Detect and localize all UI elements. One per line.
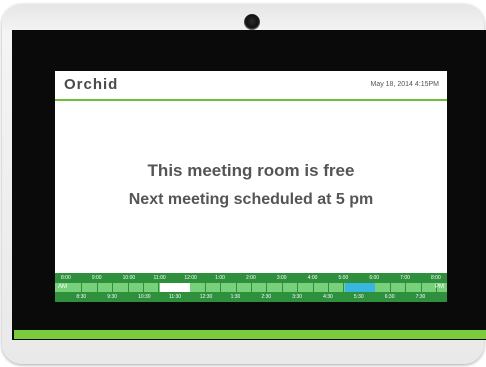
day-timeline[interactable]: AM PM 8:00 9:00 10:00 11:00 12:00 1:00 2:00 3:0… — [55, 273, 447, 302]
timeline-hour-label: 2:00 — [246, 275, 256, 281]
timeline-slot[interactable] — [406, 283, 422, 292]
pm-label: PM — [435, 284, 444, 290]
timeline-hour-label: 10:00 — [122, 275, 136, 281]
timeline-hour-label: 4:00 — [307, 275, 318, 281]
timeline-slot[interactable] — [391, 283, 407, 292]
room-status-message: This meeting room is free — [147, 161, 355, 180]
timeline-slot[interactable] — [190, 283, 206, 292]
timeline-hour-label: 9:00 — [91, 275, 102, 281]
timeline-hour-label: 7:00 — [400, 275, 410, 281]
timeline-slot[interactable] — [314, 283, 330, 292]
timeline-slot[interactable] — [283, 283, 299, 292]
timeline-halfhour-label: 11:30 — [168, 294, 182, 300]
timeline-halfhour-label: 2:30 — [261, 294, 272, 300]
timeline-halfhour-label: 12:30 — [199, 294, 213, 300]
timeline-halfhour-label: 1:30 — [230, 294, 241, 300]
timeline-hour-label: 8:00 — [61, 275, 71, 281]
header: Orchid May 18, 2014 4:15PM — [55, 71, 447, 101]
timeline-slot[interactable] — [329, 283, 345, 292]
screen: Orchid May 18, 2014 4:15PM This meeting … — [55, 71, 447, 302]
timeline-slot[interactable] — [113, 283, 129, 292]
timeline-slot[interactable] — [221, 283, 237, 292]
timeline-halfhour-label: 8:30 — [76, 294, 87, 300]
timeline-halfhour-label: 6:30 — [384, 294, 395, 300]
am-label: AM — [58, 284, 67, 290]
timeline-hour-label: 5:00 — [338, 275, 349, 281]
timeline-halfhour-label: 5:30 — [353, 294, 364, 300]
timeline-hour-label: 3:00 — [276, 275, 287, 281]
timeline-hour-label: 8:00 — [431, 275, 441, 281]
timeline-halfhour-label: 4:30 — [323, 294, 333, 300]
timeline-slot[interactable] — [206, 283, 222, 292]
timeline-halfhour-label: 10:30 — [138, 294, 151, 300]
timeline-slot[interactable] — [82, 283, 98, 292]
timeline-slot[interactable] — [267, 283, 283, 292]
current-datetime: May 18, 2014 4:15PM — [370, 81, 440, 88]
timeline-slot[interactable] — [298, 283, 314, 292]
timeline-slot[interactable] — [237, 283, 252, 292]
timeline-slot[interactable] — [375, 283, 391, 292]
timeline-hour-label: 6:00 — [369, 275, 380, 281]
timeline-hour-label: 1:00 — [215, 275, 225, 281]
timeline-slot[interactable] — [98, 283, 114, 292]
timeline-hour-label: 11:00 — [153, 275, 166, 281]
timeline-slot[interactable] — [252, 283, 268, 292]
camera-icon — [244, 14, 260, 30]
timeline-halfhour-label: 9:30 — [107, 294, 117, 300]
timeline-hour-label: 12:00 — [184, 275, 197, 281]
timeline-slot[interactable] — [67, 283, 83, 292]
brand-logo: Orchid — [64, 76, 119, 93]
next-meeting-message: Next meeting scheduled at 5 pm — [128, 191, 374, 208]
timeline-bar[interactable] — [55, 283, 447, 292]
timeline-halfhour-label: 7:30 — [415, 294, 426, 300]
timeline-slot[interactable] — [144, 283, 160, 292]
scheduled-meeting-block[interactable] — [344, 283, 376, 292]
device-accent-strip — [14, 330, 486, 339]
selected-slot-block[interactable] — [159, 283, 191, 292]
timeline-halfhour-label: 3:30 — [292, 294, 302, 300]
timeline-slot[interactable] — [129, 283, 145, 292]
